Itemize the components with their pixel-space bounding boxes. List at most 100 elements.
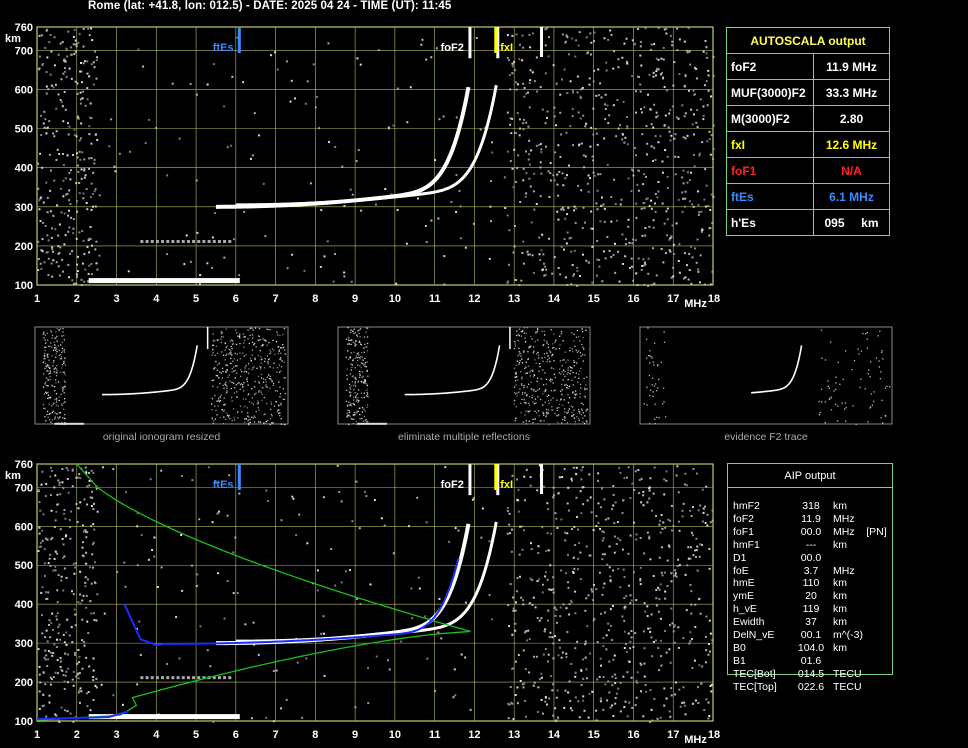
- aip-param: hmF1: [733, 538, 760, 551]
- autoscala-label: M(3000)F2: [726, 105, 814, 132]
- aip-unit: m^(-3): [833, 629, 864, 641]
- thumbnail-es-trace: [357, 422, 387, 425]
- aip-row: DelN_vE 00.1 m^(-3): [733, 629, 933, 642]
- x-tick-label: 16: [627, 293, 639, 305]
- ftes-marker-label: ftEs: [213, 479, 234, 491]
- ftes-marker-line: [237, 464, 241, 490]
- thumbnail-frame: [639, 326, 893, 425]
- x-tick-label: 11: [429, 729, 441, 741]
- y-tick-label: 700: [15, 45, 33, 57]
- aip-unit: MHz: [833, 512, 855, 525]
- x-tick-label: 12: [468, 293, 480, 305]
- fof2-column: [468, 27, 472, 59]
- aip-value: 104.0: [797, 641, 825, 654]
- x-tick-label: 12: [468, 729, 480, 741]
- bottom-ionogram-plot: 1 2 3 4 5 6 7 8 9 10 11 12 13 14 15 16 17 18MHz1002003004…: [5, 459, 720, 746]
- autoscala-value: 095 km: [813, 209, 890, 236]
- aip-row: foF2 11.9 MHz: [733, 513, 933, 526]
- aip-unit: MHz [PN]: [833, 525, 887, 538]
- aip-unit: km: [833, 590, 847, 603]
- aip-param: foE: [733, 564, 749, 577]
- autoscala-value: N/A: [813, 157, 890, 184]
- autoscala-value: 33.3 MHz: [813, 79, 890, 106]
- thumbnail-frame: [34, 326, 289, 425]
- autoscala-output-table: AUTOSCALA output foF2 11.9 MHz MUF(3000)F2…: [726, 27, 890, 236]
- x-tick-label: 1: [34, 293, 40, 305]
- aip-param: B0: [733, 641, 746, 654]
- x-tick-label: 15: [588, 729, 600, 741]
- x-tick-label: 8: [312, 729, 318, 741]
- y-unit-label: km: [5, 470, 21, 482]
- x-tick-label: 2: [74, 729, 80, 741]
- aip-value: 318: [802, 500, 820, 512]
- autoscala-row: MUF(3000)F2 33.3 MHz: [726, 79, 890, 106]
- y-tick-label: 700: [15, 482, 33, 494]
- aip-param: TEC[Top]: [733, 680, 777, 693]
- aip-unit: km: [833, 538, 847, 551]
- autoscala-label: foF2: [726, 53, 814, 80]
- y-tick-label: 500: [15, 124, 33, 136]
- noise-speckle: [37, 464, 714, 723]
- es-trace: [88, 676, 240, 720]
- autoscala-label: MUF(3000)F2: [726, 79, 814, 106]
- aip-unit: TECU: [833, 680, 862, 693]
- noise-speckle: [37, 27, 715, 287]
- x-tick-label: 3: [113, 293, 119, 305]
- aip-row: TEC[Top] 022.6 TECU: [733, 681, 933, 694]
- aip-value: 014.5: [797, 667, 825, 680]
- fof2-column: [468, 464, 472, 496]
- autoscala-label: ftEs: [726, 183, 814, 210]
- x-tick-label: 10: [389, 293, 401, 305]
- aip-param: DelN_vE: [733, 629, 775, 641]
- x-tick-label: 17: [667, 293, 679, 305]
- aip-value: 00.0: [800, 551, 822, 564]
- x-tick-label: 9: [352, 729, 358, 741]
- aip-output-panel: AIP output hmF2 318 km foF2 11.9 MHz foF1 00.0 M…: [727, 463, 893, 693]
- aip-row: hmF1 --- km: [733, 539, 933, 552]
- autoscala-value: 2.80: [813, 105, 890, 132]
- thumbnail-ionogram: [34, 326, 289, 426]
- aip-row: Ewidth 37 km: [733, 616, 933, 629]
- y-tick-label: 300: [15, 638, 33, 650]
- aip-unit: MHz: [833, 564, 855, 577]
- y-unit-label: km: [5, 33, 21, 45]
- autoscala-row: h'Es 095 km: [726, 209, 890, 236]
- y-tick-label: 200: [15, 241, 33, 253]
- x-tick-label: 6: [233, 729, 239, 741]
- x-tick-label: 14: [548, 293, 561, 305]
- aip-row: hmE 110 km: [733, 577, 933, 590]
- x-tick-label: 4: [153, 293, 160, 305]
- aip-row: hmF2 318 km: [733, 500, 933, 513]
- thumbnail-strip: original ionogram resized eliminate multi…: [34, 326, 893, 443]
- thumbnail-caption: original ionogram resized: [103, 431, 220, 443]
- x-tick-label: 15: [588, 293, 600, 305]
- aip-param: Ewidth: [733, 616, 765, 629]
- aip-unit: km: [833, 577, 847, 590]
- aip-title: AIP output: [728, 470, 892, 488]
- aip-value: 11.9: [801, 512, 821, 525]
- fxi-marker-label: fxI: [500, 42, 513, 54]
- autoscala-row: M(3000)F2 2.80: [726, 105, 890, 132]
- autoscala-row: foF1 N/A: [726, 157, 890, 184]
- aip-unit: km: [833, 616, 847, 629]
- x-tick-label: 10: [389, 729, 401, 741]
- noise-column: [540, 27, 544, 57]
- aip-param: foF1: [733, 525, 755, 538]
- aip-value: 37: [805, 616, 817, 629]
- aip-param: h_vE: [733, 603, 757, 616]
- aip-param: hmF2: [733, 500, 760, 512]
- aip-row: foE 3.7 MHz: [733, 565, 933, 578]
- y-tick-label: 300: [15, 202, 33, 214]
- aip-value: 110: [802, 577, 820, 590]
- fxi-marker-label: fxI: [500, 479, 513, 491]
- aip-row: D1 00.0: [733, 552, 933, 565]
- thumbnail-ionogram: [639, 326, 893, 426]
- aip-param: ymE: [733, 590, 754, 603]
- aip-row: B0 104.0 km: [733, 642, 933, 655]
- x-tick-label: 2: [74, 293, 80, 305]
- x-tick-label: 5: [193, 293, 199, 305]
- y-tick-label: 600: [15, 85, 33, 97]
- thumbnail-caption: eliminate multiple reflections: [398, 431, 530, 443]
- f2-ordinary-trace: [215, 86, 471, 209]
- plot-frame: [36, 463, 714, 722]
